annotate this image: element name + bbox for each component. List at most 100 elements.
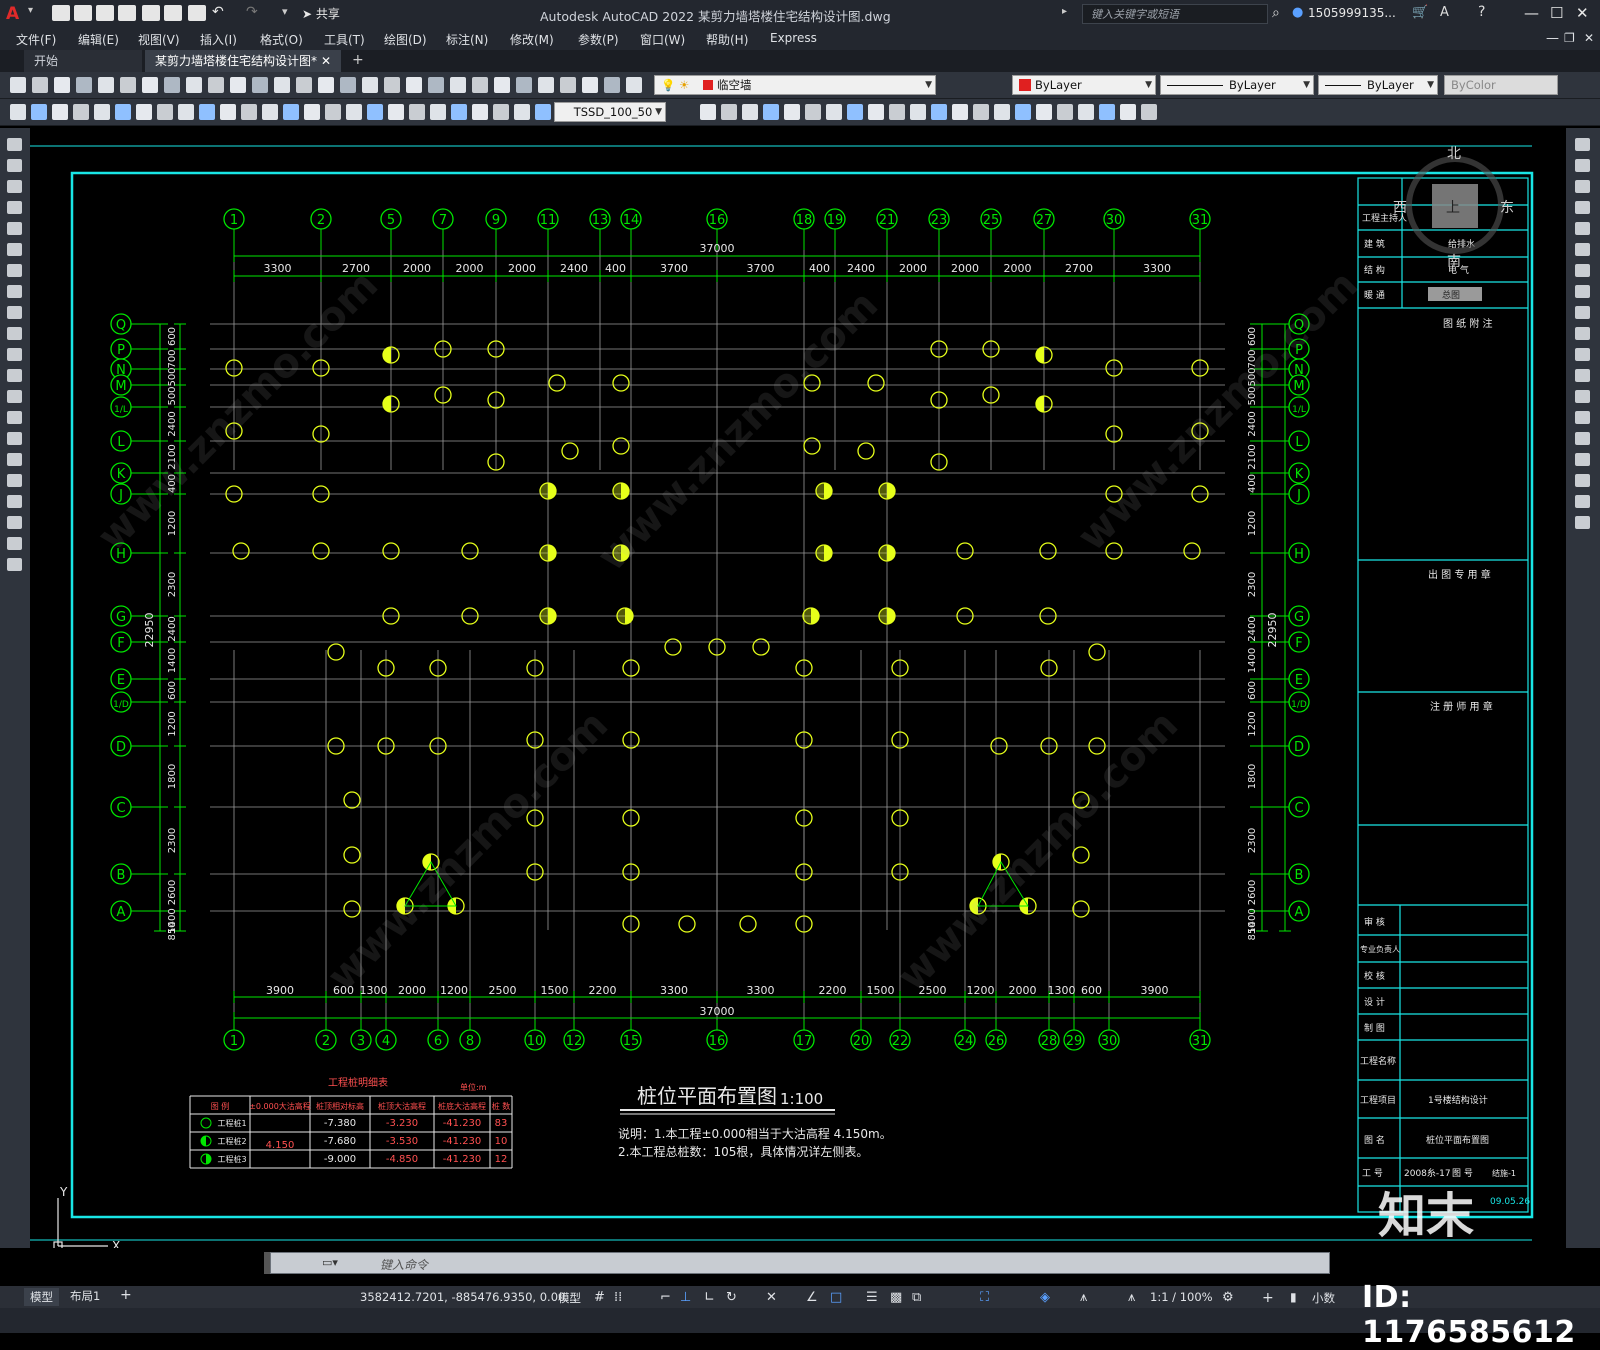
tab-close-icon[interactable]: ✕	[321, 50, 331, 72]
menu-format[interactable]: 格式(O)	[260, 31, 303, 48]
toolbar-standard-icon-5[interactable]	[120, 77, 136, 93]
new-file-icon[interactable]	[52, 5, 70, 21]
modify-tool-icon-4[interactable]	[1575, 222, 1590, 235]
menu-insert[interactable]: 插入(I)	[200, 31, 237, 48]
toolbar-dimension-icon-27[interactable]	[721, 104, 737, 120]
draw-tool-icon-6[interactable]	[7, 264, 22, 277]
toolbar-standard-icon-18[interactable]	[406, 77, 422, 93]
modify-tool-icon-14[interactable]	[1575, 432, 1590, 445]
modify-tool-icon-1[interactable]	[1575, 159, 1590, 172]
draw-tool-icon-13[interactable]	[7, 411, 22, 424]
toolbar-dimension-icon-1[interactable]	[31, 104, 47, 120]
toolbar-standard-icon-6[interactable]	[142, 77, 158, 93]
maximize-icon[interactable]: ☐	[1550, 4, 1563, 22]
print-icon[interactable]	[188, 5, 206, 21]
toolbar-dimension-icon-33[interactable]	[847, 104, 863, 120]
draw-tool-icon-14[interactable]	[7, 432, 22, 445]
transparency-icon[interactable]: ▩	[890, 1290, 902, 1305]
toolbar-dimension-icon-30[interactable]	[784, 104, 800, 120]
open-file-icon[interactable]	[74, 5, 92, 21]
infer-icon[interactable]: ⌐	[660, 1290, 671, 1305]
toolbar-standard-icon-13[interactable]	[296, 77, 312, 93]
grid-icon[interactable]: #	[594, 1290, 605, 1305]
draw-tool-icon-5[interactable]	[7, 243, 22, 256]
command-input[interactable]: 键入命令	[380, 1256, 428, 1273]
menu-express[interactable]: Express	[770, 31, 817, 45]
draw-tool-icon-10[interactable]	[7, 348, 22, 361]
toolbar-dimension-icon-17[interactable]	[367, 104, 383, 120]
menu-view[interactable]: 视图(V)	[138, 31, 180, 48]
toolbar-dimension-icon-18[interactable]	[388, 104, 404, 120]
toolbar-standard-icon-7[interactable]	[164, 77, 180, 93]
toolbar-standard-icon-11[interactable]	[252, 77, 268, 93]
undo-icon[interactable]: ↶	[212, 4, 224, 20]
ortho-icon[interactable]: ⊥	[680, 1290, 691, 1305]
toolbar-dimension-icon-45[interactable]	[1099, 104, 1115, 120]
toolbar-dimension-icon-8[interactable]	[178, 104, 194, 120]
draw-tool-icon-1[interactable]	[7, 159, 22, 172]
new-tab-icon[interactable]: +	[352, 52, 364, 68]
toolbar-standard-icon-17[interactable]	[384, 77, 400, 93]
modify-tool-icon-9[interactable]	[1575, 327, 1590, 340]
toolbar-standard-icon-23[interactable]	[516, 77, 532, 93]
toolbar-dimension-icon-21[interactable]	[451, 104, 467, 120]
menu-edit[interactable]: 编辑(E)	[78, 31, 119, 48]
command-history-icon[interactable]: ▭▾	[322, 1256, 338, 1269]
annotate-plus-icon[interactable]: +	[1262, 1290, 1274, 1306]
save-as-icon[interactable]	[118, 5, 136, 21]
modify-tool-icon-0[interactable]	[1575, 138, 1590, 151]
drawing-canvas[interactable]: 1 2 5 7 9 11 13 14 16 18 19 21 23 25 27 30 31 1 2 3 4 6 8 10 12 1…	[30, 128, 1566, 1253]
plotstyle-dropdown[interactable]: ByColor	[1444, 75, 1558, 95]
toolbar-standard-icon-24[interactable]	[538, 77, 554, 93]
toolbar-dimension-icon-10[interactable]	[220, 104, 236, 120]
model-space-toggle[interactable]: 模型	[558, 1290, 581, 1306]
draw-tool-icon-3[interactable]	[7, 201, 22, 214]
draw-tool-icon-15[interactable]	[7, 453, 22, 466]
object-snap-tracking-icon[interactable]: ✕	[766, 1290, 777, 1305]
modify-tool-icon-6[interactable]	[1575, 264, 1590, 277]
toolbar-dimension-icon-37[interactable]	[931, 104, 947, 120]
toolbar-dimension-icon-32[interactable]	[826, 104, 842, 120]
toolbar-dimension-icon-29[interactable]	[763, 104, 779, 120]
toolbar-standard-icon-1[interactable]	[32, 77, 48, 93]
doc-minimize-icon[interactable]: —	[1546, 31, 1559, 46]
menu-help[interactable]: 帮助(H)	[706, 31, 748, 48]
import-icon[interactable]	[142, 5, 160, 21]
toolbar-dimension-icon-31[interactable]	[805, 104, 821, 120]
toolbar-dimension-icon-4[interactable]	[94, 104, 110, 120]
modify-tool-icon-12[interactable]	[1575, 390, 1590, 403]
toolbar-standard-icon-9[interactable]	[208, 77, 224, 93]
modify-tool-icon-10[interactable]	[1575, 348, 1590, 361]
toolbar-standard-icon-28[interactable]	[626, 77, 642, 93]
modify-tool-icon-2[interactable]	[1575, 180, 1590, 193]
share-button[interactable]: ➤ 共享	[302, 5, 340, 22]
toolbar-dimension-icon-43[interactable]	[1057, 104, 1073, 120]
toolbar-dimension-icon-26[interactable]	[700, 104, 716, 120]
redo-icon[interactable]: ↷	[246, 4, 258, 20]
help-icon[interactable]: ?	[1478, 4, 1485, 20]
toolbar-dimension-icon-42[interactable]	[1036, 104, 1052, 120]
toolbar-standard-icon-4[interactable]	[98, 77, 114, 93]
close-icon[interactable]: ✕	[1576, 4, 1589, 22]
cart-icon[interactable]: 🛒	[1412, 5, 1428, 20]
autoscale-icon[interactable]: ⩚	[1128, 1290, 1135, 1305]
linetype-dropdown[interactable]: ByLayer ▼	[1160, 75, 1314, 95]
modify-tool-icon-16[interactable]	[1575, 474, 1590, 487]
draw-tool-icon-2[interactable]	[7, 180, 22, 193]
toolbar-dimension-icon-47[interactable]	[1141, 104, 1157, 120]
toolbar-standard-icon-14[interactable]	[318, 77, 334, 93]
toolbar-dimension-icon-34[interactable]	[868, 104, 884, 120]
menu-window[interactable]: 窗口(W)	[640, 31, 685, 48]
toolbar-dimension-icon-28[interactable]	[742, 104, 758, 120]
toolbar-standard-icon-22[interactable]	[494, 77, 510, 93]
modify-tool-icon-15[interactable]	[1575, 453, 1590, 466]
draw-tool-icon-16[interactable]	[7, 474, 22, 487]
toolbar-standard-icon-20[interactable]	[450, 77, 466, 93]
layer-dropdown[interactable]: 💡 ☀ 临空墙 ▼	[654, 75, 936, 95]
toolbar-standard-icon-21[interactable]	[472, 77, 488, 93]
modify-tool-icon-8[interactable]	[1575, 306, 1590, 319]
toolbar-dimension-icon-2[interactable]	[52, 104, 68, 120]
snap-icon[interactable]: ⁞⁞	[614, 1290, 622, 1305]
toolbar-standard-icon-0[interactable]	[10, 77, 26, 93]
annotation-scale[interactable]: 1:1 / 100%	[1150, 1290, 1213, 1304]
